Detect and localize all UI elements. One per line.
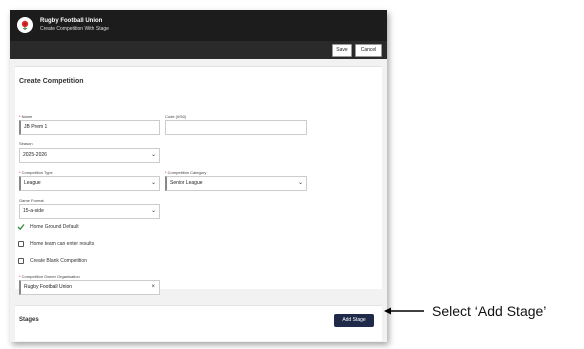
game-format-select[interactable]: 15-a-side ⌄ xyxy=(19,204,160,219)
checkbox-icon xyxy=(18,257,24,264)
chevron-down-icon: ⌄ xyxy=(297,180,303,186)
owner-organisation-label: Competition Owner Organisation xyxy=(19,274,80,279)
chevron-down-icon: ⌄ xyxy=(150,180,156,186)
home-team-results-checkbox[interactable]: Home team can enter results xyxy=(18,239,94,248)
checkbox-label: Home Ground Default xyxy=(30,223,79,230)
header-bar: Rugby Football Union Create Competition … xyxy=(10,10,387,41)
code-input[interactable] xyxy=(165,120,307,135)
code-label: Code (0/50) xyxy=(165,114,187,119)
instruction-annotation: Select ‘Add Stage’ xyxy=(432,303,547,319)
clear-icon[interactable]: × xyxy=(151,281,155,294)
owner-organisation-value: Rugby Football Union xyxy=(24,284,73,290)
checkmark-icon xyxy=(17,223,25,230)
season-value: 2025-2026 xyxy=(23,152,47,158)
home-ground-default-checkbox[interactable]: Home Ground Default xyxy=(17,222,79,231)
name-value: JB Prem 1 xyxy=(24,124,48,130)
checkbox-label: Home team can enter results xyxy=(30,240,95,247)
checkbox-icon xyxy=(18,240,24,247)
app-window: Rugby Football Union Create Competition … xyxy=(10,10,387,342)
game-format-value: 15-a-side xyxy=(23,208,44,214)
competition-category-label: Competition Category xyxy=(165,170,207,175)
cancel-button[interactable]: Cancel xyxy=(355,44,382,57)
create-competition-card: Create Competition Name JB Prem 1 Code (… xyxy=(15,66,382,295)
competition-type-label: Competition Type xyxy=(19,170,53,175)
owner-organisation-input[interactable]: Rugby Football Union × xyxy=(19,280,160,295)
rose-emblem-icon xyxy=(17,17,33,33)
competition-category-value: Senior League xyxy=(170,180,203,186)
game-format-label: Game Format xyxy=(19,198,44,203)
action-toolbar: Save Cancel xyxy=(10,41,387,59)
checkbox-label: Create Blank Competition xyxy=(30,257,87,264)
save-button[interactable]: Save xyxy=(332,44,352,57)
stages-title: Stages xyxy=(19,317,39,323)
add-stage-button[interactable]: Add Stage xyxy=(334,314,374,327)
stages-card: Stages Add Stage xyxy=(15,305,382,341)
competition-type-value: League xyxy=(24,180,41,186)
name-input[interactable]: JB Prem 1 xyxy=(19,120,160,135)
name-label: Name xyxy=(19,114,33,119)
season-select[interactable]: 2025-2026 ⌄ xyxy=(19,148,160,163)
competition-category-select[interactable]: Senior League ⌄ xyxy=(165,176,307,191)
section-title: Create Competition xyxy=(19,78,84,85)
season-label: Season xyxy=(19,141,33,146)
create-blank-competition-checkbox[interactable]: Create Blank Competition xyxy=(18,256,87,265)
chevron-down-icon: ⌄ xyxy=(150,208,156,214)
arrow-left-icon xyxy=(384,307,424,315)
page-subtitle: Create Competition With Stage xyxy=(40,26,109,32)
competition-type-select[interactable]: League ⌄ xyxy=(19,176,160,191)
chevron-down-icon: ⌄ xyxy=(150,152,156,158)
brand-name: Rugby Football Union xyxy=(40,18,103,24)
